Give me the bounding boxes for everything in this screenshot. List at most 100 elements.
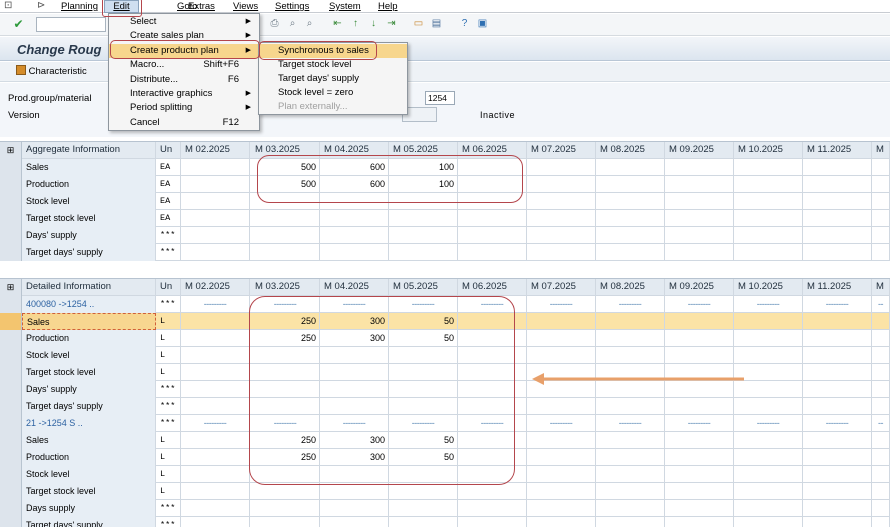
- value-cell[interactable]: [734, 330, 803, 347]
- value-cell[interactable]: [181, 347, 250, 364]
- value-cell[interactable]: [665, 193, 734, 210]
- value-cell[interactable]: [734, 244, 803, 261]
- value-cell[interactable]: [734, 193, 803, 210]
- aggregate-row[interactable]: Target stock level EA: [0, 210, 890, 227]
- value-cell[interactable]: [734, 313, 803, 330]
- value-cell[interactable]: [872, 500, 890, 517]
- value-cell[interactable]: [389, 210, 458, 227]
- value-cell[interactable]: [389, 517, 458, 527]
- value-cell[interactable]: [458, 517, 527, 527]
- value-cell[interactable]: [527, 398, 596, 415]
- first-page-icon[interactable]: ⇤: [331, 18, 344, 30]
- submenu-item[interactable]: Stock level = zero: [259, 86, 407, 100]
- value-cell[interactable]: [803, 364, 872, 381]
- value-cell[interactable]: [665, 449, 734, 466]
- value-cell[interactable]: [734, 466, 803, 483]
- value-cell[interactable]: [872, 483, 890, 500]
- edit-menu-item[interactable]: Period splitting ▶: [109, 101, 259, 115]
- menu-exit-icon[interactable]: ⊳: [37, 0, 45, 11]
- submenu-item[interactable]: Target days' supply: [259, 72, 407, 86]
- value-cell[interactable]: [389, 483, 458, 500]
- characteristic-button[interactable]: Characteristic: [16, 65, 87, 79]
- value-cell[interactable]: ---------: [181, 296, 250, 313]
- value-cell[interactable]: [596, 432, 665, 449]
- row-selector[interactable]: [0, 244, 22, 261]
- value-cell[interactable]: [665, 483, 734, 500]
- edit-menu-item[interactable]: Interactive graphics ▶: [109, 87, 259, 101]
- row-selector[interactable]: [0, 415, 22, 432]
- value-cell[interactable]: [251, 227, 320, 244]
- value-cell[interactable]: [872, 159, 890, 176]
- row-selector[interactable]: [0, 330, 22, 347]
- value-cell[interactable]: [734, 227, 803, 244]
- value-cell[interactable]: [389, 227, 458, 244]
- value-cell[interactable]: [803, 466, 872, 483]
- value-cell[interactable]: [803, 347, 872, 364]
- value-cell[interactable]: [458, 500, 527, 517]
- aggregate-select-all[interactable]: ⊞: [0, 142, 22, 159]
- value-cell[interactable]: [665, 159, 734, 176]
- value-cell[interactable]: [665, 210, 734, 227]
- value-cell[interactable]: [458, 483, 527, 500]
- menu-system[interactable]: System: [329, 1, 361, 12]
- value-cell[interactable]: [181, 330, 250, 347]
- last-page-icon[interactable]: ⇥: [385, 18, 398, 30]
- value-cell[interactable]: [872, 398, 890, 415]
- value-cell[interactable]: [389, 500, 458, 517]
- row-selector[interactable]: [0, 500, 22, 517]
- row-selector[interactable]: [0, 381, 22, 398]
- value-cell[interactable]: [803, 176, 872, 193]
- row-selector[interactable]: [0, 364, 22, 381]
- value-cell[interactable]: [734, 210, 803, 227]
- value-cell[interactable]: [734, 432, 803, 449]
- value-cell[interactable]: [803, 193, 872, 210]
- prod-group-field[interactable]: 1254: [425, 91, 455, 105]
- enter-icon[interactable]: ✔: [12, 18, 25, 30]
- value-cell[interactable]: [734, 483, 803, 500]
- value-cell[interactable]: [251, 210, 320, 227]
- value-cell[interactable]: [596, 227, 665, 244]
- value-cell[interactable]: [527, 432, 596, 449]
- value-cell[interactable]: ---------: [734, 296, 803, 313]
- value-cell[interactable]: [181, 244, 250, 261]
- value-cell[interactable]: [458, 244, 527, 261]
- value-cell[interactable]: [665, 398, 734, 415]
- value-cell[interactable]: [734, 347, 803, 364]
- value-cell[interactable]: [596, 159, 665, 176]
- edit-menu-item[interactable]: Distribute... F6: [109, 73, 259, 87]
- value-cell[interactable]: [181, 398, 250, 415]
- command-field[interactable]: [36, 17, 106, 32]
- row-selector[interactable]: [0, 159, 22, 176]
- value-cell[interactable]: [665, 347, 734, 364]
- value-cell[interactable]: [320, 227, 389, 244]
- value-cell[interactable]: [665, 330, 734, 347]
- value-cell[interactable]: [527, 227, 596, 244]
- value-cell[interactable]: [181, 500, 250, 517]
- value-cell[interactable]: [665, 313, 734, 330]
- value-cell[interactable]: [734, 517, 803, 527]
- value-cell[interactable]: [803, 449, 872, 466]
- row-selector[interactable]: [0, 347, 22, 364]
- value-cell[interactable]: [803, 227, 872, 244]
- value-cell[interactable]: [181, 210, 250, 227]
- value-cell[interactable]: [596, 347, 665, 364]
- value-cell[interactable]: [734, 398, 803, 415]
- row-selector[interactable]: [0, 466, 22, 483]
- shortcut-icon[interactable]: ▤: [430, 18, 443, 30]
- submenu-item[interactable]: Target stock level: [259, 58, 407, 72]
- value-cell[interactable]: [527, 330, 596, 347]
- value-cell[interactable]: [596, 517, 665, 527]
- value-cell[interactable]: [803, 381, 872, 398]
- value-cell[interactable]: [181, 313, 250, 330]
- value-cell[interactable]: [803, 159, 872, 176]
- value-cell[interactable]: [803, 244, 872, 261]
- value-cell[interactable]: [596, 313, 665, 330]
- value-cell[interactable]: --: [872, 415, 890, 432]
- value-cell[interactable]: [665, 432, 734, 449]
- menu-extras[interactable]: Extras: [188, 1, 215, 12]
- value-cell[interactable]: [734, 176, 803, 193]
- value-cell[interactable]: [872, 347, 890, 364]
- value-cell[interactable]: [320, 210, 389, 227]
- value-cell[interactable]: [181, 159, 250, 176]
- value-cell[interactable]: [181, 466, 250, 483]
